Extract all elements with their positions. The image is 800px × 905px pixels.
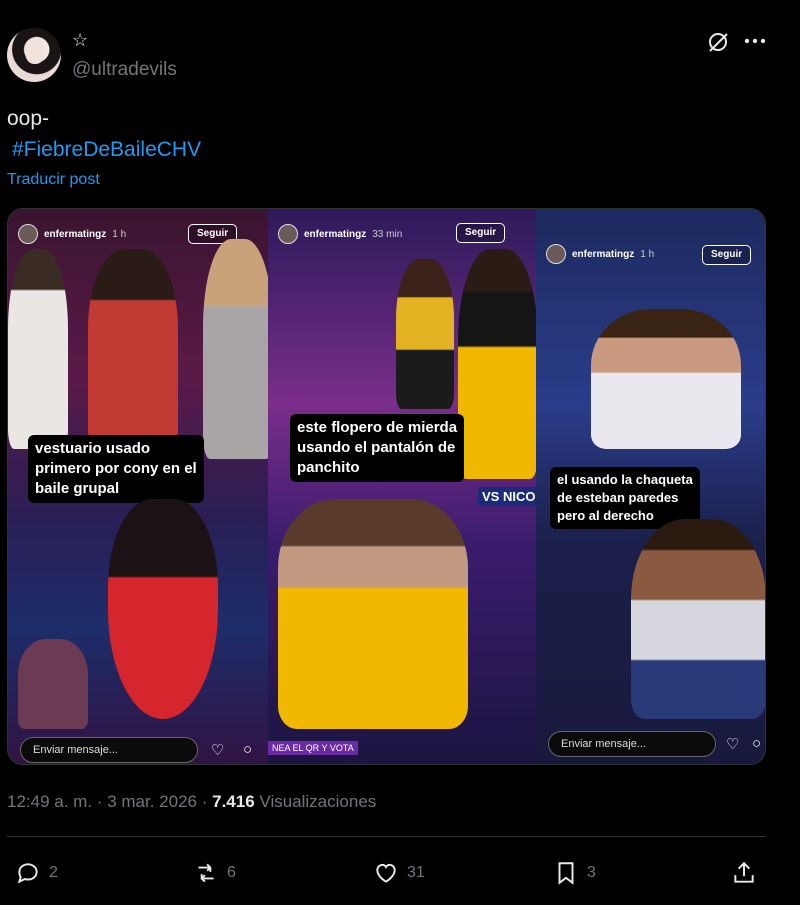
bottom-banner-text: NEA EL QR Y VOTA — [268, 741, 358, 755]
story-avatar — [278, 224, 298, 244]
hashtag-link[interactable]: #FiebreDeBaileCHV — [12, 136, 201, 164]
author-handle[interactable]: @ultradevils — [72, 59, 177, 81]
story-panel-3: enfermatingz 1 h Seguir el usando la cha… — [536, 209, 765, 764]
views-label: Visualizaciones — [259, 792, 377, 811]
caption-line: el usando la chaqueta — [557, 472, 693, 487]
repost-icon — [198, 863, 214, 883]
story-panel-2: enfermatingz 33 min Seguir este flopero … — [268, 209, 540, 764]
reply-count: 2 — [49, 864, 58, 881]
grok-icon[interactable] — [706, 30, 730, 54]
action-bar: 2 6 31 3 — [0, 856, 800, 890]
woman-yellow-figure — [396, 259, 454, 409]
man-jacket-figure — [591, 309, 741, 449]
post-header: ☆ @ultradevils — [0, 0, 800, 100]
more-options-icon[interactable] — [742, 30, 768, 52]
badge-icon: ☆ — [72, 30, 89, 50]
man-yellow-pants-figure — [458, 249, 538, 479]
translate-post-link[interactable]: Traducir post — [7, 171, 100, 189]
reply-icon — [17, 863, 38, 884]
reply-button[interactable]: 2 — [15, 856, 58, 890]
story-username: enfermatingz — [572, 248, 635, 260]
heart-icon[interactable]: ♡ — [726, 735, 739, 753]
story-avatar — [18, 224, 38, 244]
story-caption: vestuario usado primero por cony en el b… — [28, 435, 204, 503]
caption-line: baile grupal — [35, 480, 120, 497]
send-icon[interactable]: ○ — [752, 735, 761, 752]
story-reply-input[interactable]: Enviar mensaje... — [548, 731, 716, 757]
story-header: enfermatingz 33 min — [278, 223, 402, 245]
bookmark-icon — [558, 862, 574, 885]
repost-count: 6 — [227, 864, 236, 881]
story-avatar — [546, 244, 566, 264]
post-meta: 12:49 a. m. · 3 mar. 2026 · 7.416 Visual… — [7, 792, 376, 812]
follow-button[interactable]: Seguir — [456, 223, 506, 243]
meta-separator: · — [201, 792, 208, 811]
story-caption: este flopero de mierda usando el pantaló… — [290, 414, 465, 482]
story-header: enfermatingz 1 h — [546, 243, 654, 265]
post-text: oop- — [7, 107, 50, 130]
caption-line: vestuario usado — [35, 440, 151, 457]
caption-line: usando el pantalón de — [297, 439, 456, 456]
caption-line: panchito — [297, 459, 360, 476]
bookmark-button[interactable]: 3 — [553, 856, 596, 890]
story-time: 33 min — [372, 228, 403, 240]
divider — [7, 836, 766, 837]
caption-line: este flopero de mierda — [297, 419, 458, 436]
dancing-couple-figure — [278, 499, 468, 729]
views-count: 7.416 — [212, 792, 255, 811]
follow-button[interactable]: Seguir — [702, 245, 752, 265]
caption-line: primero por cony en el — [35, 460, 197, 477]
story-username: enfermatingz — [304, 228, 367, 240]
story-panel-1: enfermatingz 1 h Seguir vestuario usado … — [8, 209, 270, 764]
post-media[interactable]: enfermatingz 1 h Seguir vestuario usado … — [7, 208, 766, 765]
story-username: enfermatingz — [44, 228, 107, 240]
story-time: 1 h — [640, 248, 655, 260]
bookmark-count: 3 — [587, 864, 596, 881]
like-count: 31 — [407, 864, 425, 881]
story-header: enfermatingz 1 h — [18, 223, 126, 245]
like-button[interactable]: 31 — [373, 856, 425, 890]
host-figure — [203, 239, 270, 459]
story-time: 1 h — [112, 228, 127, 240]
story-reply-input[interactable]: Enviar mensaje... — [20, 737, 198, 763]
post-time[interactable]: 12:49 a. m. — [7, 792, 92, 811]
heart-icon[interactable]: ♡ — [211, 741, 224, 759]
repost-button[interactable]: 6 — [193, 856, 236, 890]
meta-separator: · — [96, 792, 103, 811]
send-icon[interactable]: ○ — [243, 741, 252, 758]
share-icon — [734, 861, 754, 883]
vs-overlay-text: VS NICO — [478, 487, 540, 506]
heart-icon — [376, 863, 396, 883]
audience-figure — [18, 639, 88, 729]
post-date[interactable]: 3 mar. 2026 — [107, 792, 197, 811]
dancer-red-dress-figure — [108, 499, 218, 719]
partner-figure — [8, 249, 68, 449]
avatar[interactable] — [7, 28, 61, 82]
man-baseball-jacket-figure — [631, 519, 765, 719]
share-button[interactable] — [731, 856, 757, 890]
dancer-figure — [88, 249, 178, 449]
caption-line: de esteban paredes — [557, 490, 679, 505]
